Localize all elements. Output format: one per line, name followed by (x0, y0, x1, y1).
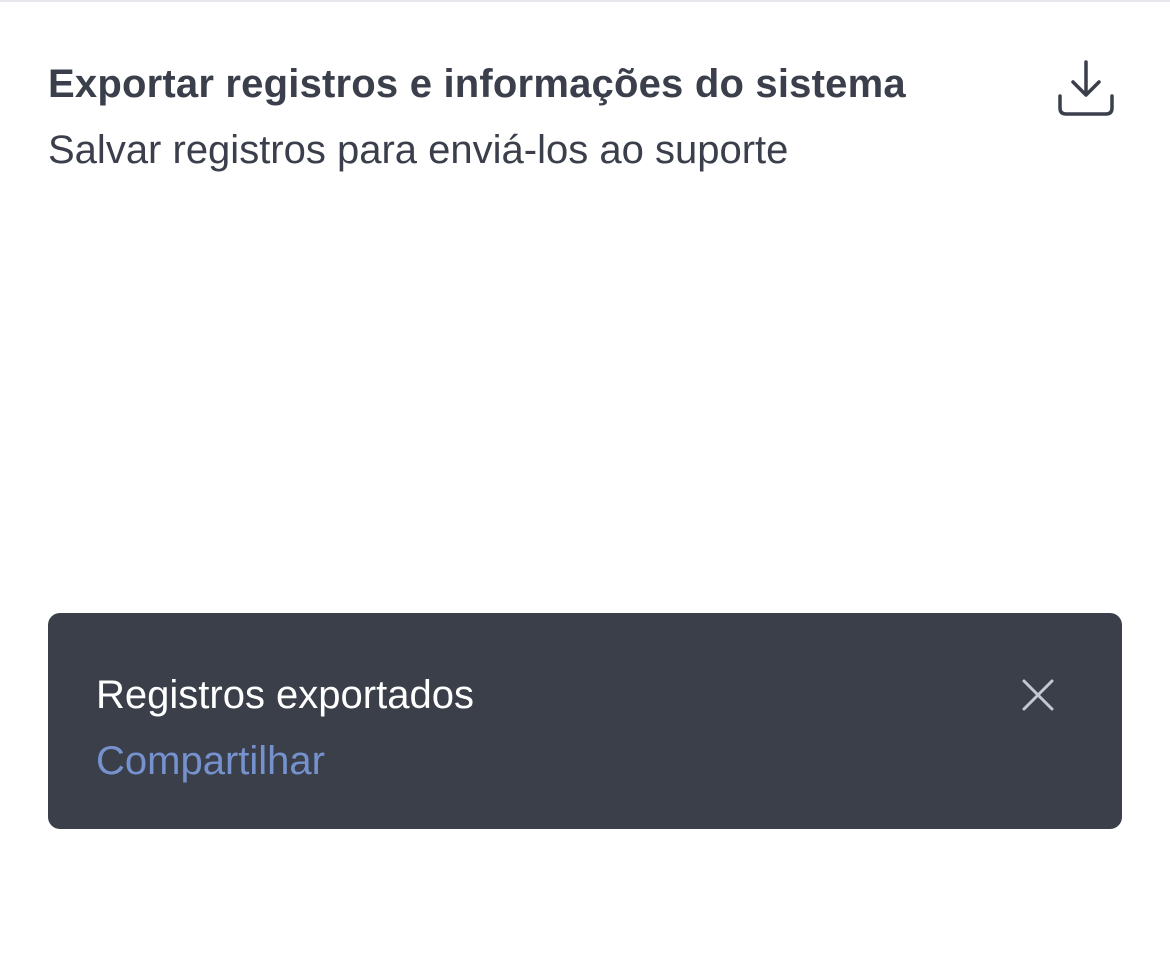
share-button[interactable]: Compartilhar (96, 737, 325, 785)
close-button[interactable] (1006, 663, 1070, 727)
top-divider (0, 0, 1170, 2)
snackbar: Registros exportados Compartilhar (48, 613, 1122, 829)
close-icon (1022, 679, 1054, 711)
download-icon (1058, 60, 1114, 116)
export-logs-title: Exportar registros e informações do sist… (48, 62, 906, 106)
snackbar-message: Registros exportados (96, 673, 474, 717)
download-button[interactable] (1050, 52, 1122, 124)
export-logs-row[interactable]: Exportar registros e informações do sist… (0, 40, 1170, 190)
export-logs-subtitle: Salvar registros para enviá-los ao supor… (48, 128, 789, 172)
